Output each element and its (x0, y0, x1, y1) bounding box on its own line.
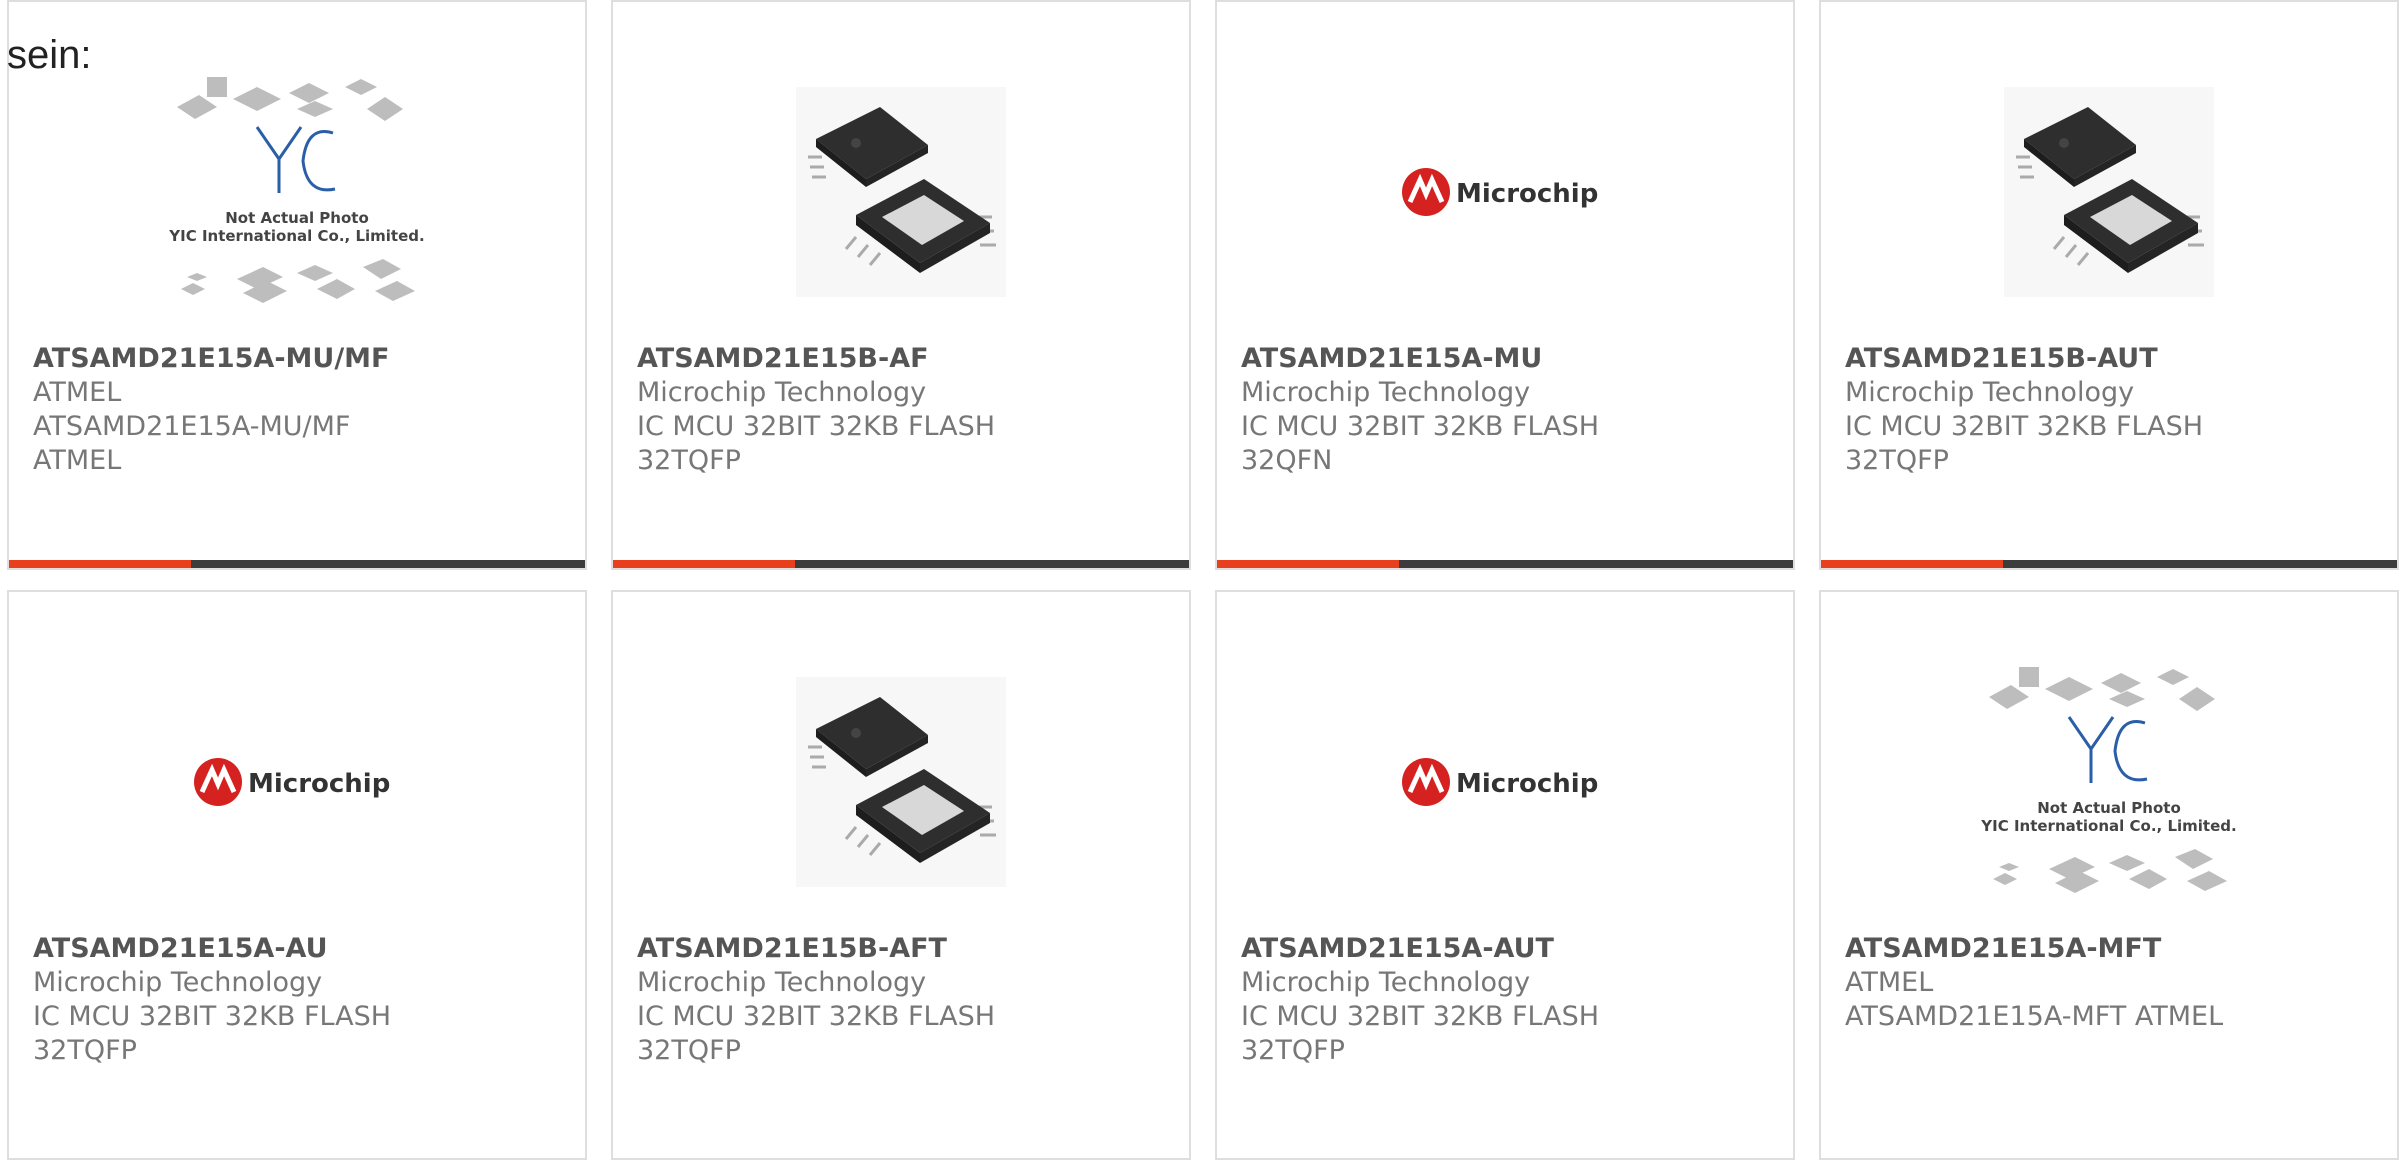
product-image[interactable]: Microchip (9, 632, 585, 932)
part-number[interactable]: ATSAMD21E15A-MFT (1845, 932, 2377, 966)
description: IC MCU 32BIT 32KB FLASH 32TQFP (637, 411, 996, 476)
tqfp-chip-image (796, 677, 1006, 887)
manufacturer: Microchip Technology (33, 967, 323, 998)
card-bar-accent (9, 560, 191, 568)
manufacturer: Microchip Technology (637, 377, 927, 408)
product-image[interactable]: Not Actual Photo YIC International Co., … (9, 42, 585, 342)
product-card[interactable]: Not Actual Photo YIC International Co., … (1819, 590, 2399, 1160)
description: ATSAMD21E15A-MU/MF ATMEL (33, 411, 351, 476)
manufacturer: Microchip Technology (637, 967, 927, 998)
microchip-logo-text: Microchip (1456, 179, 1598, 209)
product-card[interactable]: ATSAMD21E15B-AFT Microchip Technology IC… (611, 590, 1191, 1160)
intro-text: sein: (7, 33, 92, 77)
product-image[interactable] (1821, 42, 2397, 342)
description: IC MCU 32BIT 32KB FLASH 32TQFP (33, 1001, 392, 1066)
microchip-logo: Microchip (1402, 168, 1598, 216)
product-card[interactable]: Not Actual Photo YIC International Co., … (7, 0, 587, 570)
part-number[interactable]: ATSAMD21E15B-AFT (637, 932, 1169, 966)
placeholder-caption-2: YIC International Co., Limited. (168, 227, 424, 245)
description: IC MCU 32BIT 32KB FLASH 32TQFP (1845, 411, 2204, 476)
microchip-logo: Microchip (194, 758, 390, 806)
placeholder-caption-2: YIC International Co., Limited. (1980, 817, 2236, 835)
product-image[interactable] (613, 632, 1189, 932)
description: IC MCU 32BIT 32KB FLASH 32TQFP (1241, 1001, 1600, 1066)
part-number[interactable]: ATSAMD21E15B-AF (637, 342, 1169, 376)
part-number[interactable]: ATSAMD21E15B-AUT (1845, 342, 2377, 376)
microchip-logo: Microchip (1402, 758, 1598, 806)
microchip-logo-text: Microchip (248, 769, 390, 799)
product-image[interactable]: Not Actual Photo YIC International Co., … (1821, 632, 2397, 932)
product-card[interactable]: Microchip ATSAMD21E15A-AU Microchip Tech… (7, 590, 587, 1160)
part-number[interactable]: ATSAMD21E15A-AUT (1241, 932, 1773, 966)
part-number[interactable]: ATSAMD21E15A-AU (33, 932, 565, 966)
card-bar (9, 560, 585, 568)
yic-placeholder-image: Not Actual Photo YIC International Co., … (168, 77, 425, 303)
card-bar-accent (613, 560, 795, 568)
manufacturer: ATMEL (33, 377, 122, 408)
product-image[interactable]: Microchip (1217, 632, 1793, 932)
description: ATSAMD21E15A-MFT ATMEL (1845, 1001, 2224, 1032)
product-card[interactable]: Microchip ATSAMD21E15A-AUT Microchip Tec… (1215, 590, 1795, 1160)
tqfp-chip-image (2004, 87, 2214, 297)
product-card[interactable]: Microchip ATSAMD21E15A-MU Microchip Tech… (1215, 0, 1795, 570)
description: IC MCU 32BIT 32KB FLASH 32TQFP (637, 1001, 996, 1066)
yic-placeholder-image: Not Actual Photo YIC International Co., … (1980, 667, 2237, 893)
card-bar (1821, 560, 2397, 568)
placeholder-caption-1: Not Actual Photo (2037, 799, 2181, 817)
card-bar-accent (1217, 560, 1399, 568)
placeholder-caption-1: Not Actual Photo (225, 209, 369, 227)
product-card[interactable]: ATSAMD21E15B-AUT Microchip Technology IC… (1819, 0, 2399, 570)
manufacturer: Microchip Technology (1241, 967, 1531, 998)
manufacturer: ATMEL (1845, 967, 1934, 998)
part-number[interactable]: ATSAMD21E15A-MU (1241, 342, 1773, 376)
manufacturer: Microchip Technology (1241, 377, 1531, 408)
card-bar (1217, 560, 1793, 568)
card-bar (613, 560, 1189, 568)
card-bar-accent (1821, 560, 2003, 568)
product-image[interactable]: Microchip (1217, 42, 1793, 342)
description: IC MCU 32BIT 32KB FLASH 32QFN (1241, 411, 1600, 476)
microchip-logo-text: Microchip (1456, 769, 1598, 799)
manufacturer: Microchip Technology (1845, 377, 2135, 408)
tqfp-chip-image (796, 87, 1006, 297)
product-image[interactable] (613, 42, 1189, 342)
part-number[interactable]: ATSAMD21E15A-MU/MF (33, 342, 565, 376)
product-card[interactable]: ATSAMD21E15B-AF Microchip Technology IC … (611, 0, 1191, 570)
